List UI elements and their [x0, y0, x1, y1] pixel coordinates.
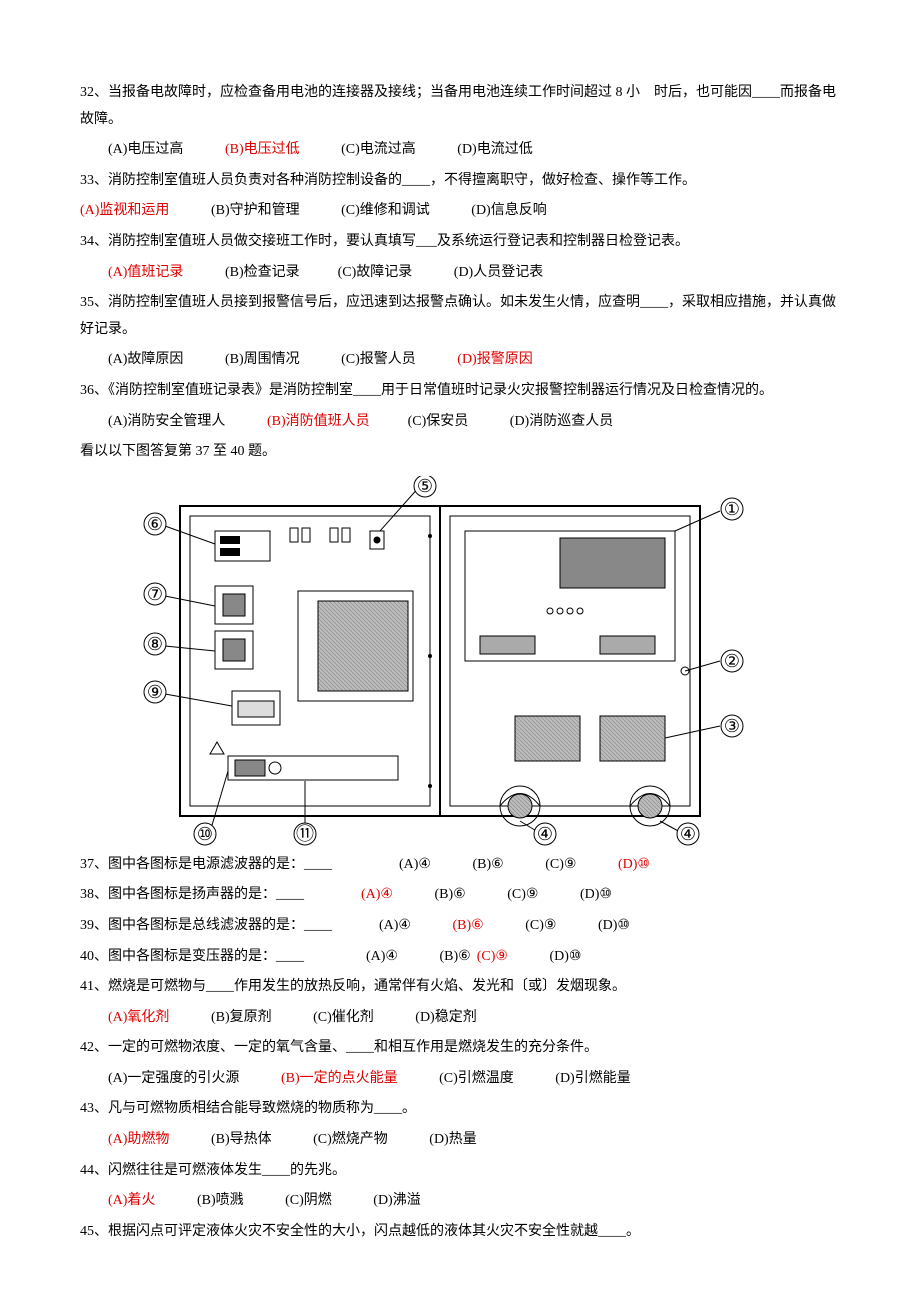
- question-45: 45、根据闪点可评定液体火灾不安全性的大小，闪点越低的液体其火灾不安全性就越__…: [80, 1219, 840, 1246]
- options-41: (A)氧化剂 (B)复原剂 (C)催化剂 (D)稳定剂: [80, 1005, 840, 1032]
- options-33: (A)监视和运用 (B)守护和管理 (C)维修和调试 (D)信息反响: [80, 198, 840, 225]
- options-36: (A)消防安全管理人 (B)消防值班人员 (C)保安员 (D)消防巡查人员: [80, 409, 840, 436]
- opt-39-d: (D)⑩: [598, 913, 630, 940]
- opt-36-d: (D)消防巡查人员: [510, 409, 613, 436]
- options-35: (A)故障原因 (B)周围情况 (C)报警人员 (D)报警原因: [80, 347, 840, 374]
- opt-36-b: (B)消防值班人员: [267, 409, 370, 436]
- label-11: ⑪: [296, 824, 314, 844]
- opt-35-a: (A)故障原因: [108, 347, 183, 374]
- opt-44-b: (B)喷溅: [197, 1188, 244, 1215]
- question-37: 37、图中各图标是电源滤波器的是：____ (A)④ (B)⑥ (C)⑨ (D)…: [80, 852, 840, 879]
- opt-32-c: (C)电流过高: [341, 137, 416, 164]
- opt-40-d: (D)⑩: [549, 944, 581, 971]
- opt-44-c: (C)阴燃: [285, 1188, 332, 1215]
- opt-35-d: (D)报警原因: [457, 347, 532, 374]
- opt-34-a: (A)值班记录: [108, 260, 183, 287]
- opt-34-b: (B)检查记录: [225, 260, 300, 287]
- question-34: 34、消防控制室值班人员做交接班工作时，要认真填写___及系统运行登记表和控制器…: [80, 229, 840, 256]
- label-3: ③: [724, 716, 740, 736]
- opt-35-b: (B)周围情况: [225, 347, 300, 374]
- opt-33-b: (B)守护和管理: [211, 198, 300, 225]
- opt-40-b: (B)⑥: [440, 944, 471, 971]
- options-42: (A)一定强度的引火源 (B)一定的点火能量 (C)引燃温度 (D)引燃能量: [80, 1066, 840, 1093]
- label-10: ⑩: [197, 824, 213, 844]
- options-43: (A)助燃物 (B)导热体 (C)燃烧产物 (D)热量: [80, 1127, 840, 1154]
- opt-36-c: (C)保安员: [408, 409, 469, 436]
- opt-41-a: (A)氧化剂: [108, 1005, 169, 1032]
- opt-41-d: (D)稳定剂: [415, 1005, 476, 1032]
- opt-43-b: (B)导热体: [211, 1127, 272, 1154]
- opt-33-d: (D)信息反响: [471, 198, 546, 225]
- opt-35-c: (C)报警人员: [341, 347, 416, 374]
- opt-32-a: (A)电压过高: [108, 137, 183, 164]
- opt-39-a: (A)④: [379, 913, 411, 940]
- opt-32-d: (D)电流过低: [457, 137, 532, 164]
- label-4a: ④: [537, 824, 553, 844]
- opt-43-c: (C)燃烧产物: [313, 1127, 388, 1154]
- opt-36-a: (A)消防安全管理人: [108, 409, 225, 436]
- opt-33-a: (A)监视和运用: [80, 198, 169, 225]
- question-32: 32、当报备电故障时，应检查备用电池的连接器及接线；当备用电池连续工作时间超过 …: [80, 80, 840, 133]
- opt-44-a: (A)着火: [108, 1188, 155, 1215]
- question-33: 33、消防控制室值班人员负责对各种消防控制设备的____，不得擅离职守，做好检查…: [80, 168, 840, 195]
- label-6: ⑥: [147, 514, 163, 534]
- opt-40-c: (C)⑨: [477, 944, 508, 971]
- opt-38-b: (B)⑥: [435, 882, 466, 909]
- opt-37-b: (B)⑥: [473, 852, 504, 879]
- opt-43-a: (A)助燃物: [108, 1127, 169, 1154]
- opt-41-b: (B)复原剂: [211, 1005, 272, 1032]
- options-34: (A)值班记录 (B)检查记录 (C)故障记录 (D)人员登记表: [80, 260, 840, 287]
- opt-34-d: (D)人员登记表: [454, 260, 543, 287]
- label-2: ②: [724, 651, 740, 671]
- options-44: (A)着火 (B)喷溅 (C)阴燃 (D)沸溢: [80, 1188, 840, 1215]
- question-42: 42、一定的可燃物浓度、一定的氧气含量、____和相互作用是燃烧发生的充分条件。: [80, 1035, 840, 1062]
- opt-42-b: (B)一定的点火能量: [281, 1066, 398, 1093]
- opt-40-a: (A)④: [366, 944, 398, 971]
- label-4b: ④: [680, 824, 696, 844]
- figure-intro: 看以以下图答复第 37 至 40 题。: [80, 439, 840, 466]
- question-39: 39、图中各图标是总线滤波器的是：____ (A)④ (B)⑥ (C)⑨ (D)…: [80, 913, 840, 940]
- question-43: 43、凡与可燃物质相结合能导致燃烧的物质称为____。: [80, 1096, 840, 1123]
- q37-text: 37、图中各图标是电源滤波器的是：____: [80, 857, 332, 872]
- label-1: ①: [724, 499, 740, 519]
- question-44: 44、闪燃往往是可燃液体发生____的先兆。: [80, 1158, 840, 1185]
- question-41: 41、燃烧是可燃物与____作用发生的放热反响，通常伴有火焰、发光和〔或〕发烟现…: [80, 974, 840, 1001]
- opt-42-a: (A)一定强度的引火源: [108, 1066, 239, 1093]
- q39-text: 39、图中各图标是总线滤波器的是：____: [80, 918, 332, 933]
- question-40: 40、图中各图标是变压器的是：____ (A)④ (B)⑥(C)⑨ (D)⑩: [80, 944, 840, 971]
- opt-34-c: (C)故障记录: [338, 260, 413, 287]
- question-38: 38、图中各图标是扬声器的是：____ (A)④ (B)⑥ (C)⑨ (D)⑩: [80, 882, 840, 909]
- q38-text: 38、图中各图标是扬声器的是：____: [80, 887, 304, 902]
- question-36: 36、《消防控制室值班记录表》是消防控制室____用于日常值班时记录火灾报警控制…: [80, 378, 840, 405]
- label-5: ⑤: [417, 476, 433, 496]
- equipment-diagram: ⑤ ① ② ③ ④ ④ ⑥ ⑦ ⑧ ⑨ ⑩ ⑪: [120, 476, 840, 846]
- label-7: ⑦: [147, 584, 163, 604]
- options-32: (A)电压过高 (B)电压过低 (C)电流过高 (D)电流过低: [80, 137, 840, 164]
- opt-37-c: (C)⑨: [545, 852, 576, 879]
- opt-41-c: (C)催化剂: [313, 1005, 374, 1032]
- opt-38-a: (A)④: [361, 882, 393, 909]
- opt-42-d: (D)引燃能量: [555, 1066, 630, 1093]
- opt-39-b: (B)⑥: [453, 913, 484, 940]
- opt-44-d: (D)沸溢: [373, 1188, 420, 1215]
- opt-42-c: (C)引燃温度: [439, 1066, 514, 1093]
- label-9: ⑨: [147, 682, 163, 702]
- opt-38-d: (D)⑩: [580, 882, 612, 909]
- q40-text: 40、图中各图标是变压器的是：____: [80, 949, 304, 964]
- opt-43-d: (D)热量: [429, 1127, 476, 1154]
- opt-37-d: (D)⑩: [618, 852, 650, 879]
- opt-33-c: (C)维修和调试: [341, 198, 430, 225]
- label-8: ⑧: [147, 634, 163, 654]
- question-35: 35、消防控制室值班人员接到报警信号后，应迅速到达报警点确认。如未发生火情，应查…: [80, 290, 840, 343]
- opt-39-c: (C)⑨: [525, 913, 556, 940]
- opt-37-a: (A)④: [399, 852, 431, 879]
- opt-38-c: (C)⑨: [507, 882, 538, 909]
- opt-32-b: (B)电压过低: [225, 137, 300, 164]
